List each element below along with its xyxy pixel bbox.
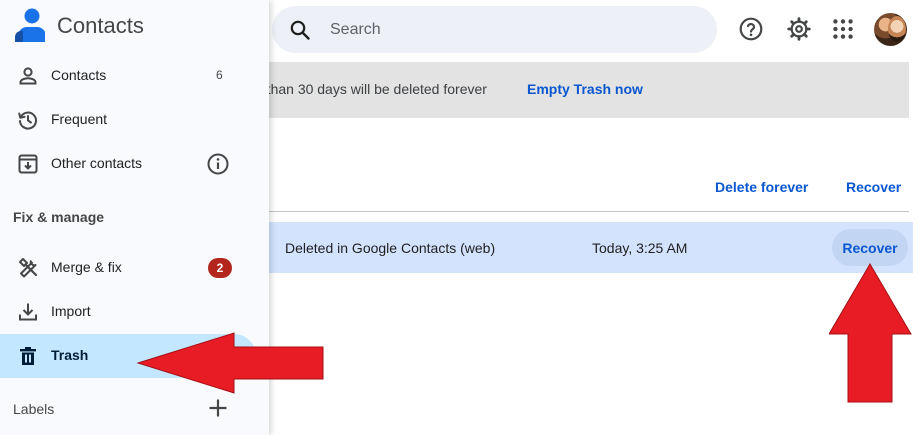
empty-trash-link[interactable]: Empty Trash now: [527, 81, 643, 97]
sidebar-item-import[interactable]: Import: [0, 290, 256, 334]
help-icon[interactable]: [738, 16, 764, 42]
download-box-icon: [18, 154, 38, 174]
sidebar-item-label: Merge & fix: [51, 259, 122, 275]
sidebar-item-label: Other contacts: [51, 155, 143, 171]
fix-manage-heading: Fix & manage: [13, 209, 105, 225]
banner-text: e than 30 days will be deleted forever: [255, 81, 487, 97]
sidebar-item-label: Import: [51, 303, 91, 319]
tools-icon: [19, 258, 38, 278]
sidebar-item-label: Trash: [51, 347, 89, 363]
person-icon: [19, 67, 37, 85]
search-bar[interactable]: Search: [272, 6, 717, 53]
search-placeholder[interactable]: Search: [330, 21, 381, 39]
search-icon[interactable]: [288, 18, 312, 42]
merge-count-badge: 2: [208, 258, 232, 278]
deleted-time: Today, 3:25 AM: [592, 240, 688, 256]
trash-info-banner: e than 30 days will be deleted forever E…: [255, 62, 909, 118]
sidebar-item-merge-fix[interactable]: Merge & fix 2: [0, 246, 256, 290]
sidebar-item-label: Frequent: [51, 111, 108, 127]
sidebar-item-label: Contacts: [51, 67, 107, 83]
sidebar-item-contacts[interactable]: Contacts 6: [0, 54, 256, 98]
add-label-plus-icon[interactable]: [206, 396, 230, 420]
sidebar-item-trash[interactable]: Trash: [0, 334, 256, 378]
contacts-logo-icon: [15, 8, 45, 42]
sidebar-item-frequent[interactable]: Frequent: [0, 98, 256, 142]
history-icon: [18, 111, 37, 130]
app-title: Contacts: [57, 13, 144, 38]
labels-heading: Labels: [13, 401, 55, 417]
table-row[interactable]: Deleted in Google Contacts (web) Today, …: [269, 222, 913, 273]
delete-forever-button[interactable]: Delete forever: [715, 179, 808, 195]
import-icon: [19, 303, 37, 321]
account-avatar[interactable]: [874, 13, 907, 46]
recover-row-button[interactable]: Recover: [832, 229, 908, 266]
deleted-source: Deleted in Google Contacts (web): [285, 240, 496, 256]
apps-grid-icon[interactable]: [830, 16, 856, 42]
divider: [269, 211, 909, 212]
sidebar: Contacts Contacts 6 Frequent Other conta…: [0, 0, 269, 435]
trash-icon: [20, 347, 36, 365]
info-icon[interactable]: [206, 152, 230, 176]
contacts-count: 6: [216, 68, 223, 82]
settings-gear-icon[interactable]: [786, 16, 812, 42]
recover-all-button[interactable]: Recover: [846, 179, 901, 195]
sidebar-item-other-contacts[interactable]: Other contacts: [0, 142, 256, 186]
